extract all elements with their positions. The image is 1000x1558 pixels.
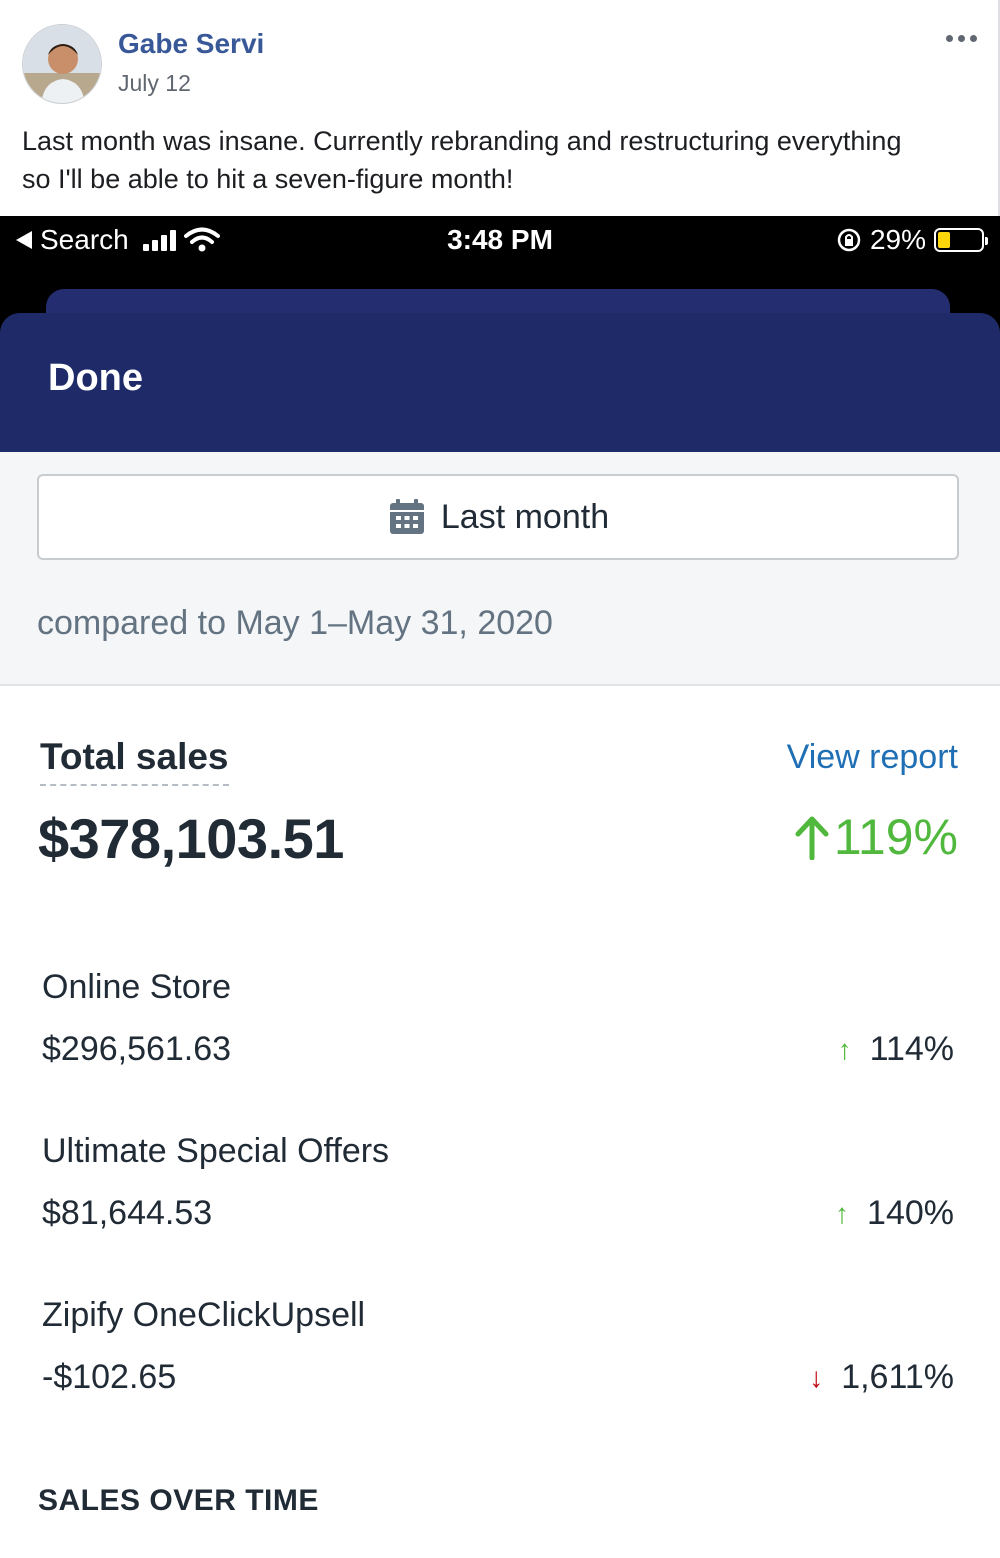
status-bar: Search 3:48 PM 29% (0, 216, 1000, 272)
channel-name-online-store: Online Store (42, 968, 231, 1006)
more-options-icon[interactable] (946, 26, 982, 50)
arrow-up-icon (795, 816, 829, 860)
view-report-link[interactable]: View report (787, 738, 958, 777)
total-sales-label[interactable]: Total sales (40, 736, 229, 786)
channel-amount-ultimate-special-offers: $81,644.53 (42, 1194, 213, 1232)
channel-change-zipify-oneclickupsell: ↓ 1,611% (809, 1358, 954, 1397)
facebook-post: Gabe Servi July 12 Last month was insane… (0, 0, 1000, 216)
author-name[interactable]: Gabe Servi (118, 28, 264, 60)
calendar-icon (389, 499, 424, 534)
sales-over-time-heading: SALES OVER TIME (38, 1484, 319, 1517)
author-avatar[interactable] (22, 24, 102, 104)
channel-change-value: 1,611% (841, 1358, 954, 1396)
post-text: Last month was insane. Currently rebrand… (22, 126, 902, 194)
date-filter-section: Last month compared to May 1–May 31, 202… (0, 452, 1000, 686)
battery-level (938, 232, 950, 248)
battery-icon (934, 228, 988, 252)
channel-amount-online-store: $296,561.63 (42, 1030, 232, 1068)
total-sales-change-value: 119% (833, 809, 958, 865)
channel-name-zipify-oneclickupsell: Zipify OneClickUpsell (42, 1296, 366, 1334)
channel-change-online-store: ↑ 114% (838, 1030, 954, 1069)
arrow-up-icon: ↑ (837, 1033, 852, 1065)
avatar-photo (23, 25, 101, 103)
done-button[interactable]: Done (48, 357, 143, 400)
date-range-label: Last month (440, 497, 610, 536)
total-sales-change: 119% (794, 808, 958, 866)
date-range-button[interactable]: Last month (37, 474, 959, 560)
shared-phone-screenshot: Search 3:48 PM 29% Done Last month compa… (0, 216, 1000, 1558)
channel-change-value: 140% (867, 1194, 954, 1232)
channel-amount-zipify-oneclickupsell: -$102.65 (42, 1358, 177, 1396)
battery-percentage: 29% (869, 224, 926, 255)
arrow-down-icon: ↓ (809, 1361, 824, 1393)
channel-change-value: 114% (869, 1030, 954, 1068)
channel-change-ultimate-special-offers: ↑ 140% (835, 1194, 954, 1233)
rotation-lock-icon (837, 228, 861, 252)
arrow-up-icon: ↑ (835, 1197, 850, 1229)
modal-nav-bar: Done (0, 313, 1000, 453)
sales-content: Total sales View report $378,103.51 119%… (0, 686, 1000, 1558)
total-sales-value: $378,103.51 (38, 807, 344, 870)
channel-name-ultimate-special-offers: Ultimate Special Offers (42, 1132, 390, 1170)
comparison-period-text: compared to May 1–May 31, 2020 (37, 604, 553, 642)
post-date[interactable]: July 12 (118, 70, 191, 97)
